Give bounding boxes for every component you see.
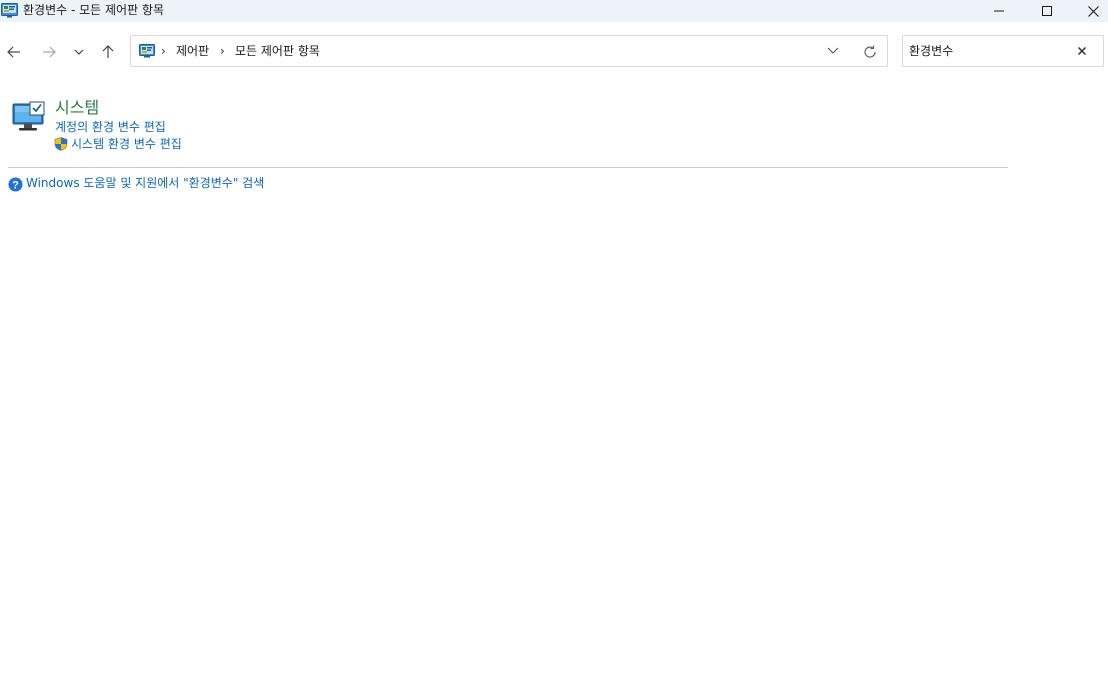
- breadcrumb-separator[interactable]: ›: [220, 43, 225, 59]
- windows-help-search-link[interactable]: Windows 도움말 및 지원에서 "환경변수" 검색: [26, 175, 264, 191]
- minimize-button[interactable]: [976, 0, 1022, 22]
- breadcrumb-separator[interactable]: ›: [161, 43, 166, 59]
- help-icon: ?: [8, 177, 23, 192]
- edit-account-env-vars-link[interactable]: 계정의 환경 변수 편집: [55, 119, 166, 135]
- up-button[interactable]: [95, 40, 121, 64]
- forward-button[interactable]: [36, 40, 62, 64]
- back-button[interactable]: [1, 40, 27, 64]
- system-category-link[interactable]: 시스템: [55, 98, 99, 118]
- svg-text:?: ?: [12, 180, 19, 192]
- chevron-down-icon: [74, 49, 84, 55]
- address-history-chevron-icon[interactable]: [825, 45, 841, 57]
- arrow-left-icon: [7, 46, 20, 58]
- search-box[interactable]: 환경변수: [902, 35, 1104, 67]
- maximize-icon: [1042, 6, 1052, 16]
- edit-system-env-vars-link[interactable]: 시스템 환경 변수 편집: [71, 136, 182, 152]
- address-bar[interactable]: › 제어판 › 모든 제어판 항목: [130, 35, 888, 67]
- refresh-icon[interactable]: [862, 44, 878, 60]
- close-button[interactable]: [1070, 0, 1108, 22]
- clear-search-icon[interactable]: [1075, 44, 1089, 58]
- window-title: 환경변수 - 모든 제어판 항목: [23, 3, 165, 17]
- maximize-button[interactable]: [1024, 0, 1070, 22]
- title-bar: 환경변수 - 모든 제어판 항목: [0, 0, 1108, 22]
- close-icon: [1087, 5, 1099, 17]
- control-panel-icon: [1, 3, 18, 18]
- arrow-right-icon: [43, 46, 56, 58]
- system-monitor-icon[interactable]: [12, 101, 46, 133]
- divider: [8, 167, 1008, 168]
- uac-shield-icon: [54, 137, 68, 151]
- recent-locations-button[interactable]: [66, 40, 92, 64]
- breadcrumb-control-panel[interactable]: 제어판: [176, 43, 209, 59]
- minimize-icon: [994, 10, 1004, 12]
- breadcrumb-all-items[interactable]: 모든 제어판 항목: [235, 43, 320, 59]
- arrow-up-icon: [102, 45, 114, 58]
- control-panel-icon: [139, 44, 155, 58]
- search-input[interactable]: 환경변수: [909, 43, 953, 59]
